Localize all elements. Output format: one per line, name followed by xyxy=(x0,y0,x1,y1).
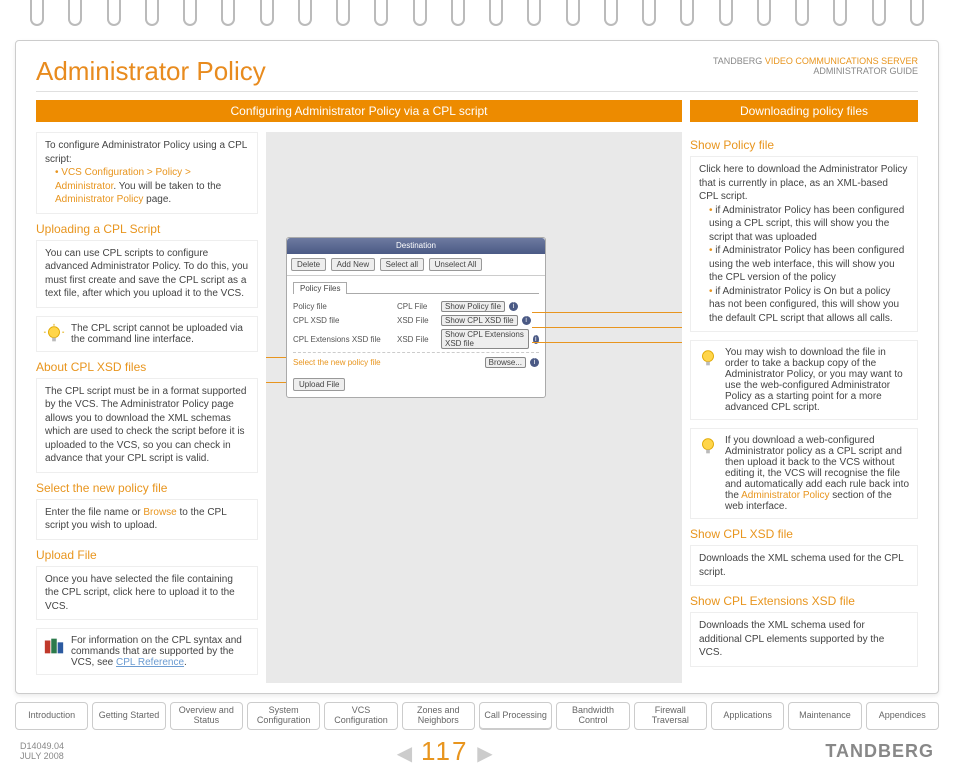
note-reupload: If you download a web-configured Adminis… xyxy=(690,428,918,519)
doc-subtitle: TANDBERG VIDEO COMMUNICATIONS SERVER ADM… xyxy=(713,56,918,76)
browse-link[interactable]: Browse xyxy=(143,507,176,518)
note-reference: For information on the CPL syntax and co… xyxy=(36,628,258,675)
mock-show-ext-button[interactable]: Show CPL Extensions XSD file xyxy=(441,329,529,349)
mock-unselectall-button[interactable]: Unselect All xyxy=(429,258,483,271)
note-cli: The CPL script cannot be uploaded via th… xyxy=(36,316,258,352)
page-number-nav: ◀ 117 ▶ xyxy=(391,736,499,767)
mock-show-xsd-button[interactable]: Show CPL XSD file xyxy=(441,315,518,326)
uploading-heading: Uploading a CPL Script xyxy=(36,222,258,236)
tab-overview[interactable]: Overview and Status xyxy=(170,702,243,730)
page-title: Administrator Policy xyxy=(36,56,266,87)
show-ext-heading: Show CPL Extensions XSD file xyxy=(690,594,918,608)
note-backup: You may wish to download the file in ord… xyxy=(690,340,918,420)
right-column: Show Policy file Click here to download … xyxy=(690,132,918,683)
show-xsd-text: Downloads the XML schema used for the CP… xyxy=(690,545,918,586)
tab-firewall[interactable]: Firewall Traversal xyxy=(634,702,707,730)
screenshot-area: Destination Delete Add New Select all Un… xyxy=(266,132,682,683)
prev-page-arrow[interactable]: ◀ xyxy=(391,743,418,765)
mock-row-xsd: CPL XSD fileXSD FileShow CPL XSD filei xyxy=(293,315,539,326)
left-column: To configure Administrator Policy using … xyxy=(36,132,258,683)
section-band-left: Configuring Administrator Policy via a C… xyxy=(36,100,682,122)
show-policy-box: Click here to download the Administrator… xyxy=(690,156,918,332)
mock-upload-button[interactable]: Upload File xyxy=(293,378,345,391)
lightbulb-icon xyxy=(697,347,719,369)
page-body: Administrator Policy TANDBERG VIDEO COMM… xyxy=(15,40,939,694)
mock-delete-button[interactable]: Delete xyxy=(291,258,326,271)
mock-row-policy: Policy fileCPL FileShow Policy filei xyxy=(293,301,539,312)
show-xsd-heading: Show CPL XSD file xyxy=(690,527,918,541)
spiral-binding xyxy=(0,0,954,40)
tab-maintenance[interactable]: Maintenance xyxy=(788,702,861,730)
about-text: The CPL script must be in a format suppo… xyxy=(36,378,258,473)
mock-window: Destination Delete Add New Select all Un… xyxy=(286,237,546,398)
doc-id: D14049.04JULY 2008 xyxy=(20,741,64,761)
upload-text: Once you have selected the file containi… xyxy=(36,566,258,621)
tab-call-processing[interactable]: Call Processing xyxy=(479,702,552,730)
mock-show-policy-button[interactable]: Show Policy file xyxy=(441,301,505,312)
books-icon xyxy=(43,635,65,657)
select-text: Enter the file name or Browse to the CPL… xyxy=(36,499,258,540)
help-icon[interactable]: i xyxy=(522,316,531,325)
page-number: 117 xyxy=(421,736,468,766)
tab-zones[interactable]: Zones and Neighbors xyxy=(402,702,475,730)
mock-selectall-button[interactable]: Select all xyxy=(380,258,424,271)
lightbulb-icon xyxy=(43,323,65,345)
section-band-right: Downloading policy files xyxy=(690,100,918,122)
about-heading: About CPL XSD files xyxy=(36,360,258,374)
show-policy-heading: Show Policy file xyxy=(690,138,918,152)
intro-box: To configure Administrator Policy using … xyxy=(36,132,258,214)
help-icon[interactable]: i xyxy=(530,358,539,367)
mock-titlebar: Destination xyxy=(287,238,545,254)
tab-getting-started[interactable]: Getting Started xyxy=(92,702,165,730)
next-page-arrow[interactable]: ▶ xyxy=(471,743,498,765)
mock-toolbar: Delete Add New Select all Unselect All xyxy=(287,254,545,276)
tab-vcs-config[interactable]: VCS Configuration xyxy=(324,702,397,730)
admin-policy-link[interactable]: Administrator Policy xyxy=(55,194,143,205)
help-icon[interactable]: i xyxy=(509,302,518,311)
mock-tab[interactable]: Policy Files xyxy=(293,282,347,294)
admin-policy-link[interactable]: Administrator Policy xyxy=(741,490,829,501)
tab-applications[interactable]: Applications xyxy=(711,702,784,730)
bottom-nav: Introduction Getting Started Overview an… xyxy=(15,702,939,730)
brand-logo: TANDBERG xyxy=(825,741,934,762)
tab-system-config[interactable]: System Configuration xyxy=(247,702,320,730)
tab-appendices[interactable]: Appendices xyxy=(866,702,939,730)
tab-introduction[interactable]: Introduction xyxy=(15,702,88,730)
lightbulb-icon xyxy=(697,435,719,457)
uploading-text: You can use CPL scripts to configure adv… xyxy=(36,240,258,308)
tab-bandwidth[interactable]: Bandwidth Control xyxy=(556,702,629,730)
upload-heading: Upload File xyxy=(36,548,258,562)
mock-browse-button[interactable]: Browse... xyxy=(485,357,526,368)
mock-addnew-button[interactable]: Add New xyxy=(331,258,375,271)
show-ext-text: Downloads the XML schema used for additi… xyxy=(690,612,918,667)
cpl-reference-link[interactable]: CPL Reference xyxy=(116,657,184,668)
mock-row-select: Select the new policy fileBrowse...i xyxy=(293,352,539,368)
mock-row-ext: CPL Extensions XSD fileXSD FileShow CPL … xyxy=(293,329,539,349)
select-heading: Select the new policy file xyxy=(36,481,258,495)
